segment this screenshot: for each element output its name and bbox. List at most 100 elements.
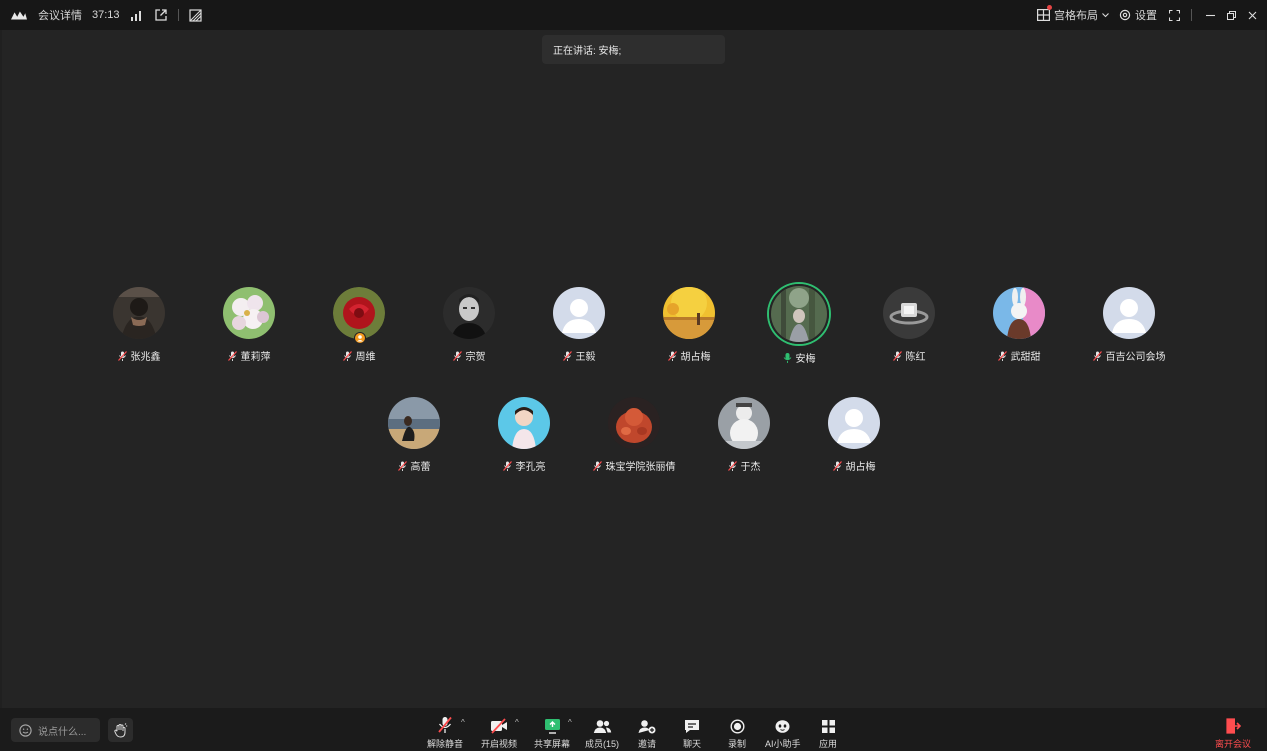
participant-name: 董莉萍 <box>240 352 271 363</box>
avatar <box>718 397 770 449</box>
default-avatar-icon <box>553 287 605 339</box>
quick-chat-input[interactable]: 说点什么... <box>11 718 100 742</box>
apps-icon <box>821 720 835 733</box>
record-label: 录制 <box>728 739 747 749</box>
avatar <box>113 287 165 339</box>
members-icon <box>593 720 611 733</box>
settings-label: 设置 <box>1135 10 1157 22</box>
participant-name: 周维 <box>355 352 376 363</box>
share-screen-label: 共享屏幕 <box>534 739 571 749</box>
mic-muted-icon <box>727 460 737 471</box>
screen-lock-icon[interactable] <box>189 8 203 22</box>
unmute-button[interactable]: 解除静音 <box>427 716 463 750</box>
avatar <box>223 287 275 339</box>
participant-name: 张兆鑫 <box>130 352 161 363</box>
avatar <box>388 397 440 449</box>
participant-tile[interactable]: 胡占梅 <box>634 287 744 363</box>
avatar <box>769 284 829 344</box>
start-video-button[interactable]: 开启视频 <box>481 716 517 750</box>
leave-meeting-button[interactable]: 离开会议 <box>1215 716 1251 750</box>
invite-button[interactable]: 邀请 <box>638 716 656 750</box>
share-screen-icon <box>544 719 560 734</box>
apps-label: 应用 <box>819 739 838 749</box>
mic-muted-icon <box>592 460 602 471</box>
settings-button[interactable]: 设置 <box>1119 7 1157 23</box>
participant-tile-speaking[interactable]: 安梅 <box>744 284 854 365</box>
participant-tile[interactable]: 王毅 <box>524 287 634 363</box>
mic-muted-icon <box>342 350 352 361</box>
speaking-text: 正在讲话: 安梅; <box>553 46 622 57</box>
video-options-caret-icon[interactable]: ^ <box>515 718 519 727</box>
participant-name: 胡占梅 <box>845 462 876 473</box>
participant-tile[interactable]: 李孔亮 <box>469 397 579 473</box>
audio-options-caret-icon[interactable]: ^ <box>461 718 465 727</box>
avatar <box>883 287 935 339</box>
minimize-icon[interactable] <box>1206 11 1215 20</box>
close-icon[interactable] <box>1248 11 1257 20</box>
grid-layout-icon <box>1037 9 1050 21</box>
apps-button[interactable]: 应用 <box>819 716 837 750</box>
members-label: 成员(15) <box>585 739 620 749</box>
meeting-toolbar: 说点什么... 解除静音 ^ 开启视频 ^ 共享屏幕 ^ 成员(15) 邀请 聊… <box>0 708 1267 751</box>
participant-tile[interactable]: 陈红 <box>854 287 964 363</box>
participant-tile[interactable]: 宗贺 <box>414 287 524 363</box>
participant-name: 胡占梅 <box>680 352 711 363</box>
video-off-icon <box>491 718 507 734</box>
participant-tile[interactable]: 高蕾 <box>359 397 469 473</box>
avatar <box>498 397 550 449</box>
participant-tile[interactable]: 于杰 <box>689 397 799 473</box>
raise-hand-button[interactable] <box>108 718 133 742</box>
mic-muted-icon <box>502 460 512 471</box>
participant-name: 李孔亮 <box>515 462 546 473</box>
participant-tile[interactable]: 周维 <box>304 287 414 363</box>
mic-muted-icon <box>438 716 452 733</box>
share-screen-button[interactable]: 共享屏幕 <box>534 716 570 750</box>
record-button[interactable]: 录制 <box>728 716 746 750</box>
mic-muted-icon <box>452 350 462 361</box>
participant-grid: 张兆鑫 董莉萍 周维 宗贺 王毅 胡占梅 安梅 陈红 武甜甜 百吉公司会场 高蕾… <box>2 30 1265 708</box>
fullscreen-icon[interactable] <box>1167 8 1181 22</box>
restore-icon[interactable] <box>1227 10 1236 20</box>
leave-label: 离开会议 <box>1215 739 1252 749</box>
divider <box>177 9 179 21</box>
chat-button[interactable]: 聊天 <box>683 716 701 750</box>
members-button[interactable]: 成员(15) <box>585 716 619 750</box>
chevron-down-icon <box>1102 12 1109 17</box>
mic-muted-icon <box>892 350 902 361</box>
participant-tile[interactable]: 珠宝学院张丽倩 <box>579 397 689 473</box>
mic-muted-icon <box>117 350 127 361</box>
participant-name: 宗贺 <box>465 352 486 363</box>
participant-name: 百吉公司会场 <box>1105 352 1166 363</box>
title-bar: 会议详情 37:13 宫格布局 设置 <box>0 0 1267 30</box>
ai-assistant-icon <box>775 720 790 733</box>
layout-switch-button[interactable]: 宫格布局 <box>1037 5 1109 23</box>
meeting-details-link[interactable]: 会议详情 <box>38 7 82 23</box>
share-options-caret-icon[interactable]: ^ <box>568 718 572 727</box>
participant-tile[interactable]: 张兆鑫 <box>84 287 194 363</box>
share-link-icon[interactable] <box>154 8 168 22</box>
participant-name: 高蕾 <box>410 462 431 473</box>
avatar <box>443 287 495 339</box>
avatar <box>993 287 1045 339</box>
signal-strength-icon[interactable] <box>130 8 144 22</box>
layout-label: 宫格布局 <box>1054 10 1098 22</box>
participant-tile[interactable]: 董莉萍 <box>194 287 304 363</box>
chat-placeholder: 说点什么... <box>38 726 87 738</box>
avatar <box>608 397 660 449</box>
mic-muted-icon <box>397 460 407 471</box>
ai-assistant-button[interactable]: AI小助手 <box>765 716 801 750</box>
participant-name: 于杰 <box>740 462 761 473</box>
leave-icon <box>1226 718 1241 734</box>
default-avatar-icon <box>828 397 880 449</box>
mic-muted-icon <box>997 350 1007 361</box>
participant-tile[interactable]: 胡占梅 <box>799 397 909 473</box>
participant-name: 武甜甜 <box>1010 352 1041 363</box>
mic-muted-icon <box>562 350 572 361</box>
participant-name: 安梅 <box>795 354 816 365</box>
chat-icon <box>685 720 699 733</box>
emoji-icon[interactable] <box>19 723 32 737</box>
mic-speaking-icon <box>783 352 791 363</box>
invite-label: 邀请 <box>638 739 657 749</box>
participant-tile[interactable]: 武甜甜 <box>964 287 1074 363</box>
participant-tile[interactable]: 百吉公司会场 <box>1074 287 1184 363</box>
